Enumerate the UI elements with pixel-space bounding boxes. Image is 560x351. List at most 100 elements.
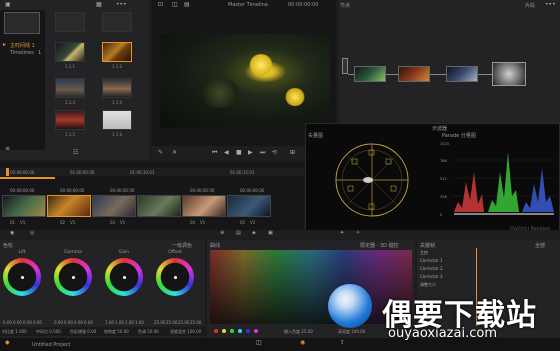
keyframes-filter[interactable]: 全部 bbox=[535, 242, 545, 249]
node-01[interactable] bbox=[354, 66, 386, 82]
offset-value[interactable]: 25.00 bbox=[154, 320, 165, 325]
folder-item-timelines[interactable]: Timelines bbox=[10, 50, 34, 56]
keyframe-row-corrector-3[interactable]: Corrector 3 bbox=[420, 274, 443, 279]
toolbar-icon[interactable]: ✦ bbox=[340, 231, 344, 236]
color-boost-value[interactable]: 色彩增强 0.00 bbox=[70, 329, 96, 335]
fit-icon[interactable]: ✕ bbox=[172, 150, 177, 156]
pen-icon[interactable]: ✎ bbox=[158, 150, 163, 156]
offset-value[interactable]: 25.00 bbox=[166, 320, 177, 325]
pivot-value[interactable]: 中间点 0.500 bbox=[36, 329, 61, 335]
keyframe-row-resize[interactable]: 调整大小 bbox=[420, 282, 436, 288]
wheel-center-dot[interactable] bbox=[122, 275, 126, 279]
toolbar-icon[interactable]: ⊕ bbox=[220, 231, 224, 236]
pool-clip-empty-2[interactable] bbox=[102, 12, 132, 32]
node-02[interactable] bbox=[398, 66, 430, 82]
play-icon[interactable]: ▶ bbox=[248, 150, 253, 156]
lift-wheel[interactable] bbox=[3, 258, 41, 296]
color-swatch-cyan[interactable] bbox=[238, 329, 242, 333]
color-swatch-green[interactable] bbox=[230, 329, 234, 333]
folder-thumbnail[interactable] bbox=[4, 12, 40, 34]
step-back-icon[interactable]: ◀ bbox=[224, 150, 229, 156]
pool-clip-3[interactable] bbox=[55, 78, 85, 98]
color-swatch-red[interactable] bbox=[214, 329, 218, 333]
settings-icon[interactable]: ▣ bbox=[5, 2, 11, 8]
wheel-center-dot[interactable] bbox=[71, 275, 75, 279]
gamma-value[interactable]: 0.00 bbox=[74, 320, 83, 325]
keyframe-row-corrector-1[interactable]: Corrector 1 bbox=[420, 258, 443, 263]
transport-options-icon[interactable]: ⊞ bbox=[290, 150, 295, 156]
keyframe-row-corrector-2[interactable]: Corrector 2 bbox=[420, 266, 443, 271]
nodes-options-icon[interactable]: ••• bbox=[545, 2, 556, 8]
viewer-zoom-icon[interactable]: ⊡ bbox=[158, 2, 163, 8]
color-wheels-header: 色轮 bbox=[3, 243, 14, 249]
list-view-icon[interactable]: ☷ bbox=[73, 150, 78, 156]
gain-value[interactable]: 1.00 bbox=[105, 320, 114, 325]
wheel-center-dot[interactable] bbox=[173, 275, 177, 279]
timeline-clip-3[interactable] bbox=[92, 195, 136, 217]
pool-clip-label: 1.1.6 bbox=[111, 132, 123, 137]
color-page-icon[interactable]: ◉ bbox=[300, 340, 305, 346]
pool-clip-4[interactable] bbox=[102, 78, 132, 98]
offset-value[interactable]: 25.00 bbox=[190, 320, 201, 325]
gamma-wheel[interactable] bbox=[54, 258, 92, 296]
pool-clip-6[interactable] bbox=[102, 110, 132, 130]
go-to-end-icon[interactable]: ⏭ bbox=[260, 150, 265, 156]
pool-clip-empty-1[interactable] bbox=[55, 12, 85, 32]
offset-value[interactable]: 25.00 bbox=[178, 320, 189, 325]
toolbar-icon[interactable]: ◎ bbox=[30, 231, 34, 236]
timeline-clip-1[interactable] bbox=[2, 195, 46, 217]
offset-wheel[interactable] bbox=[156, 258, 194, 296]
lift-value[interactable]: 0.00 bbox=[13, 320, 22, 325]
toolbar-icon[interactable]: ◈ bbox=[252, 231, 256, 236]
loop-icon[interactable]: ⟲ bbox=[272, 150, 277, 156]
timeline-clip-6[interactable] bbox=[227, 195, 271, 217]
deliver-page-icon[interactable]: ⇪ bbox=[340, 340, 345, 346]
playhead-marker[interactable] bbox=[6, 168, 9, 176]
pool-grid-icon[interactable]: ▦ bbox=[96, 2, 102, 8]
toolbar-icon[interactable]: ✧ bbox=[356, 231, 360, 236]
keyframe-row-master[interactable]: 主控 bbox=[420, 250, 428, 256]
media-page-icon[interactable]: ◫ bbox=[256, 340, 262, 346]
gain-wheel[interactable] bbox=[105, 258, 143, 296]
color-swatch-magenta[interactable] bbox=[254, 329, 258, 333]
toolbar-icon[interactable]: ◉ bbox=[10, 231, 14, 236]
timeline-clip-5[interactable] bbox=[182, 195, 226, 217]
node-04[interactable] bbox=[492, 62, 526, 86]
high-lum-value[interactable]: 高亮度 100.00 bbox=[338, 329, 365, 335]
gain-value[interactable]: 1.00 bbox=[115, 320, 124, 325]
menu-icon[interactable]: ≡ bbox=[5, 146, 10, 152]
qualifier-header[interactable]: 限定器 - 3D 键控 bbox=[360, 242, 399, 249]
color-wheels-mode[interactable]: 一级调色 bbox=[172, 242, 192, 249]
pool-clip-1[interactable] bbox=[55, 42, 85, 62]
saturation-value[interactable]: 饱和度 50.00 bbox=[104, 329, 129, 335]
node-03[interactable] bbox=[446, 66, 478, 82]
gain-value[interactable]: 1.00 bbox=[125, 320, 134, 325]
nodes-tab-label[interactable]: 节点 bbox=[340, 2, 350, 9]
lift-value[interactable]: 0.00 bbox=[33, 320, 42, 325]
toolbar-icon[interactable]: ▤ bbox=[236, 231, 241, 236]
folder-item-main-timeline[interactable]: 主时间线 1 bbox=[10, 42, 35, 49]
toolbar-icon[interactable]: ▣ bbox=[268, 231, 273, 236]
lift-value[interactable]: 0.00 bbox=[3, 320, 12, 325]
stop-icon[interactable]: ■ bbox=[236, 150, 242, 156]
gamma-value[interactable]: 0.00 bbox=[84, 320, 93, 325]
gain-value[interactable]: 1.00 bbox=[135, 320, 144, 325]
viewer-layout-icon[interactable]: ▤ bbox=[184, 2, 190, 8]
go-to-start-icon[interactable]: ⏮ bbox=[212, 150, 217, 156]
color-swatch-blue[interactable] bbox=[246, 329, 250, 333]
contrast-value[interactable]: 对比度 1.000 bbox=[2, 329, 27, 335]
timeline-clip-2[interactable] bbox=[47, 195, 91, 217]
timeline-clip-4[interactable] bbox=[137, 195, 181, 217]
lift-value[interactable]: 0.00 bbox=[23, 320, 32, 325]
gamma-value[interactable]: 0.00 bbox=[54, 320, 63, 325]
wheel-center-dot[interactable] bbox=[20, 275, 24, 279]
viewer-mode-icon[interactable]: ◫ bbox=[172, 2, 178, 8]
pool-options-icon[interactable]: ••• bbox=[116, 2, 127, 8]
pool-clip-5[interactable] bbox=[55, 110, 85, 130]
pool-clip-2[interactable] bbox=[102, 42, 132, 62]
hue-value[interactable]: 色调 50.00 bbox=[138, 329, 159, 335]
lum-mix-value[interactable]: 亮度混合 100.00 bbox=[170, 329, 201, 335]
gamma-value[interactable]: 0.00 bbox=[64, 320, 73, 325]
color-swatch-yellow[interactable] bbox=[222, 329, 226, 333]
input-saturation-value[interactable]: 输入色度 25.00 bbox=[284, 329, 313, 335]
